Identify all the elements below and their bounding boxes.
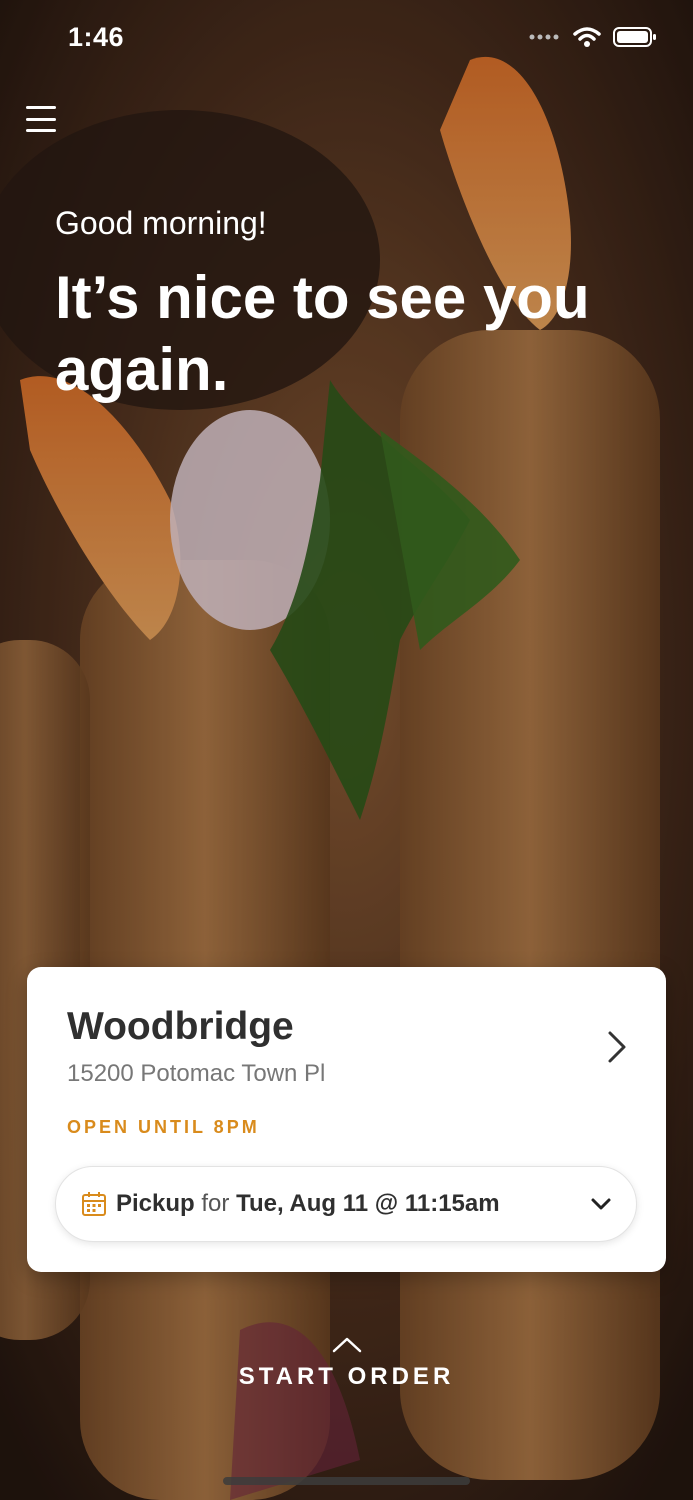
store-address: 15200 Potomac Town Pl xyxy=(67,1060,326,1087)
chevron-right-icon[interactable] xyxy=(602,1029,630,1065)
calendar-icon xyxy=(82,1192,106,1216)
menu-bar xyxy=(26,129,56,132)
greeting-text: Good morning! xyxy=(55,205,267,241)
home-indicator[interactable] xyxy=(223,1477,470,1485)
signal-icon xyxy=(529,34,559,40)
chevron-down-icon[interactable] xyxy=(590,1195,612,1213)
headline-text: It’s nice to see you again. xyxy=(55,264,590,403)
pickup-connector: for xyxy=(201,1190,230,1217)
pickup-method: Pickup xyxy=(116,1190,195,1217)
start-order-button[interactable]: START ORDER xyxy=(0,1335,693,1391)
store-name: Woodbridge xyxy=(67,1005,294,1048)
menu-bar xyxy=(26,106,56,109)
menu-icon[interactable] xyxy=(26,106,56,132)
pickup-time-selector[interactable]: Pickup for Tue, Aug 11 @ 11:15am xyxy=(55,1166,637,1242)
pickup-summary: Pickup for Tue, Aug 11 @ 11:15am xyxy=(116,1190,500,1218)
menu-bar xyxy=(26,117,56,121)
store-hours-status: OPEN UNTIL 8PM xyxy=(67,1117,260,1137)
status-icons xyxy=(529,26,657,48)
chevron-up-icon xyxy=(332,1337,361,1353)
location-card[interactable]: Woodbridge 15200 Potomac Town Pl OPEN UN… xyxy=(27,967,666,1272)
status-time: 1:46 xyxy=(68,22,125,52)
pickup-datetime: Tue, Aug 11 @ 11:15am xyxy=(236,1190,500,1217)
wifi-icon xyxy=(573,27,601,47)
start-order-label: START ORDER xyxy=(238,1363,455,1390)
battery-icon xyxy=(613,27,656,47)
status-bar: 1:46 xyxy=(0,0,693,80)
